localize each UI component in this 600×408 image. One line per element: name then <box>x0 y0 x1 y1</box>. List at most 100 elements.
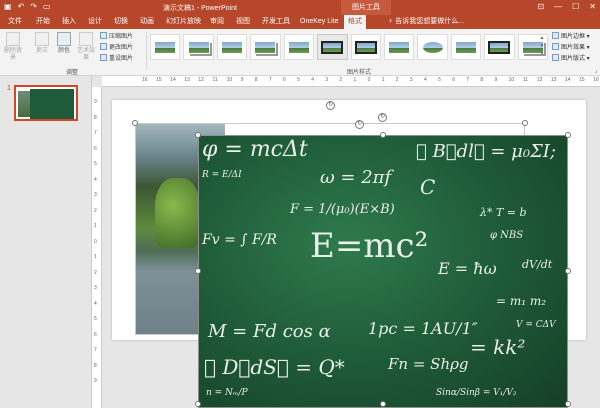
ruler-tick: 7 <box>466 77 470 83</box>
picture-style-6[interactable] <box>317 34 348 60</box>
ruler-tick: 0 <box>367 77 371 83</box>
picture-style-9[interactable] <box>417 34 448 60</box>
tab-onekey-lite[interactable]: OneKey Lite <box>300 17 339 27</box>
resize-handle-bottom-right[interactable] <box>565 401 571 407</box>
picture-style-10[interactable] <box>450 34 482 60</box>
corrections-button[interactable]: 更正 <box>31 32 53 55</box>
landscape-resize-handle-right[interactable] <box>522 120 528 126</box>
artistic-effects-button[interactable]: 艺术效果 <box>75 32 97 62</box>
tab-design[interactable]: 设计 <box>88 17 102 27</box>
style-thumbnail <box>455 40 477 54</box>
ruler-tick: 9 <box>494 77 498 83</box>
ruler-tick: 1 <box>353 77 357 83</box>
slide-thumbnail-1[interactable] <box>14 85 78 121</box>
tab-file[interactable]: 文件 <box>8 17 22 27</box>
ruler-tick: 4 <box>94 300 97 307</box>
rotate-handle-icon[interactable]: ↻ <box>378 113 387 122</box>
resize-handle-top-left[interactable] <box>195 132 201 138</box>
start-from-beginning-icon[interactable]: ▭ <box>43 2 51 12</box>
gallery-scroll: ▲ ▼ ▾ <box>538 34 546 58</box>
tab-insert[interactable]: 插入 <box>62 17 76 27</box>
ruler-tick: 9 <box>94 99 97 105</box>
picture-style-7[interactable] <box>350 34 381 60</box>
ruler-tick: 4 <box>311 77 314 83</box>
picture-effects-button[interactable]: 图片效果 ▾ <box>552 43 590 52</box>
ruler-tick: 9 <box>240 77 244 83</box>
ruler-tick: 7 <box>94 130 97 136</box>
tab-slideshow[interactable]: 幻灯片放映 <box>166 17 201 27</box>
tab-transitions[interactable]: 切换 <box>114 17 128 27</box>
picture-styles-gallery <box>150 34 549 60</box>
ruler-tick: 6 <box>94 145 97 152</box>
remove-background-button[interactable]: 删除背景 <box>2 32 24 62</box>
picture-layout-icon <box>552 54 559 61</box>
ruler-tick: 13 <box>550 77 557 83</box>
picture-style-4[interactable] <box>250 34 281 60</box>
picture-style-5[interactable] <box>283 34 315 60</box>
save-icon[interactable]: ▣ <box>4 2 12 12</box>
resize-handle-top-right[interactable] <box>565 132 571 138</box>
scroll-down-icon[interactable]: ▼ <box>538 42 546 50</box>
ruler-tick: 2 <box>395 77 399 83</box>
resize-handle-left[interactable] <box>195 268 201 274</box>
reset-picture-button[interactable]: 重设图片 <box>100 54 133 63</box>
ruler-tick: 15 <box>156 77 162 83</box>
tab-review[interactable]: 审阅 <box>210 17 224 27</box>
rotate-handle-icon[interactable]: ↻ <box>326 101 335 110</box>
tab-view[interactable]: 视图 <box>236 17 250 27</box>
picture-layout-label: 图片版式 <box>561 56 586 62</box>
picture-style-3[interactable] <box>216 34 248 60</box>
close-button[interactable]: ✕ <box>589 1 596 13</box>
corrections-icon <box>35 32 49 46</box>
ruler-tick: 15 <box>579 77 585 83</box>
picture-style-1[interactable] <box>150 34 181 60</box>
resize-handle-right[interactable] <box>565 268 571 274</box>
maximize-button[interactable]: ☐ <box>572 1 579 13</box>
undo-icon[interactable]: ↶ <box>18 2 25 12</box>
remove-background-icon <box>6 32 20 46</box>
ruler-tick: 16 <box>593 77 599 83</box>
ruler-tick: 6 <box>283 77 286 83</box>
ruler-tick: 6 <box>94 331 97 338</box>
scroll-up-icon[interactable]: ▲ <box>538 34 546 42</box>
landscape-resize-handle[interactable] <box>132 120 138 126</box>
ruler-tick: 14 <box>170 77 176 83</box>
picture-style-11[interactable] <box>484 34 515 60</box>
corrections-label: 更正 <box>35 48 48 54</box>
more-styles-icon[interactable]: ▾ <box>538 50 546 58</box>
style-thumbnail <box>488 40 511 54</box>
picture-style-8[interactable] <box>383 34 415 60</box>
color-button[interactable]: 颜色 <box>53 32 75 55</box>
horizontal-ruler: 16 15 14 13 12 11 10 9 8 7 6 5 4 3 2 1 0 1 2 3 4 5 6 7 8 9 10 11 12 1… <box>102 76 600 87</box>
restore-icon[interactable]: ⊡ <box>537 1 544 13</box>
picture-style-2[interactable] <box>183 34 214 60</box>
thumbnail-blackboard <box>30 89 74 119</box>
artistic-effects-icon <box>79 32 93 46</box>
ruler-tick: 8 <box>254 77 258 83</box>
redo-icon[interactable]: ↷ <box>30 2 37 12</box>
picture-border-button[interactable]: 图片边框 ▾ <box>552 32 590 41</box>
resize-handle-top[interactable] <box>380 132 386 138</box>
tab-developer[interactable]: 开发工具 <box>262 17 290 27</box>
tell-me-search[interactable]: ♀ 告诉我您想要做什么... <box>388 17 464 27</box>
minimize-button[interactable]: — <box>554 1 562 13</box>
change-picture-button[interactable]: 更改图片 <box>100 43 133 52</box>
tab-animations[interactable]: 动画 <box>140 17 154 27</box>
change-picture-icon <box>100 43 107 50</box>
rotate-handle-icon[interactable]: ↻ <box>355 120 364 129</box>
compress-pictures-button[interactable]: 压缩图片 <box>100 32 133 41</box>
change-picture-label: 更改图片 <box>109 45 134 51</box>
ruler-tick: 14 <box>565 77 571 83</box>
style-thumbnail <box>421 40 444 54</box>
resize-handle-bottom-left[interactable] <box>195 401 201 407</box>
picture-layout-button[interactable]: 图片版式 ▾ <box>552 54 590 63</box>
ruler-tick: 3 <box>409 77 413 83</box>
dialog-launcher-icon[interactable]: ⌟ <box>594 67 597 74</box>
title-bar: ▣ ↶ ↷ ▭ 演示文稿1 - PowerPoint 图片工具 ⊡ — ☐ ✕ <box>0 0 600 15</box>
resize-handle-bottom[interactable] <box>380 401 386 407</box>
tab-home[interactable]: 开始 <box>36 17 50 27</box>
ruler-tick: 0 <box>94 238 97 245</box>
tab-format[interactable]: 格式 <box>344 15 366 29</box>
ruler-tick: 4 <box>94 176 97 183</box>
ruler-tick: 5 <box>438 77 441 83</box>
